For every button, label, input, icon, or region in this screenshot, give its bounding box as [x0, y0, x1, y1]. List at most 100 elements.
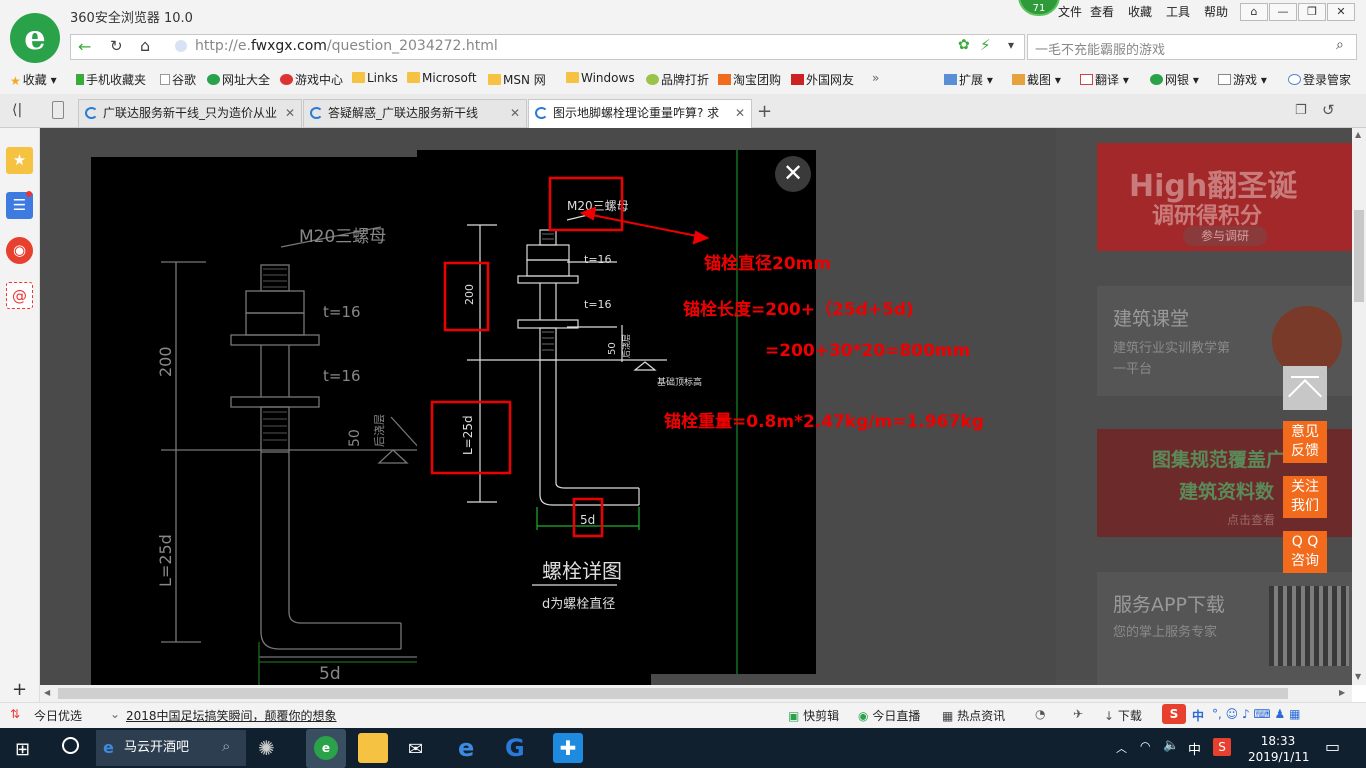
app-title: 服务APP下载: [1113, 594, 1225, 616]
cortana-icon[interactable]: [62, 737, 79, 754]
chevron-down-icon[interactable]: ▾: [1008, 38, 1014, 52]
more-bookmarks-icon[interactable]: »: [872, 71, 879, 85]
extensions-button[interactable]: 扩展 ▾: [944, 71, 993, 88]
search-input[interactable]: 一毛不充能霸服的游戏: [1035, 39, 1165, 58]
tab-close-icon[interactable]: ✕: [285, 100, 295, 126]
back-to-top-button[interactable]: [1283, 366, 1327, 413]
login-manager-button[interactable]: 登录管家: [1288, 71, 1351, 88]
new-tab-button[interactable]: +: [757, 101, 772, 122]
site-info-icon[interactable]: [175, 40, 187, 52]
tab-current[interactable]: 图示地脚螺栓理论重量咋算? 求 ✕: [528, 99, 752, 128]
bg-dim-note: 后浇层: [373, 414, 386, 447]
back-icon[interactable]: ←: [78, 37, 91, 56]
scroll-up-icon[interactable]: ▲: [1355, 130, 1361, 139]
bookmark-links[interactable]: Links: [352, 71, 398, 85]
live-button[interactable]: ◉ 今日直播: [858, 707, 920, 724]
bookmark-hao[interactable]: 网址大全: [207, 71, 270, 88]
quick-edit-button[interactable]: ▣ 快剪辑: [788, 707, 839, 724]
refresh-icon[interactable]: ↻: [110, 37, 123, 55]
ad-christmas-banner[interactable]: High翻圣诞 调研得积分 参与调研: [1097, 143, 1355, 251]
close-icon[interactable]: ✕: [775, 156, 811, 192]
online-bank-button[interactable]: 网银 ▾: [1150, 71, 1199, 88]
bookmark-google[interactable]: 谷歌: [160, 71, 196, 88]
mobile-icon[interactable]: [52, 101, 64, 119]
edge-browser-icon[interactable]: e: [458, 734, 474, 762]
tab-restore-icon[interactable]: ❐: [1295, 103, 1307, 118]
scroll-right-icon[interactable]: ▶: [1339, 688, 1345, 697]
today-picks[interactable]: 今日优选: [34, 707, 82, 724]
news-link[interactable]: 2018中国足坛搞笑瞬间，颠覆你的想象: [126, 707, 337, 724]
scroll-down-icon[interactable]: ▼: [1355, 672, 1361, 681]
screenshot-button[interactable]: 截图 ▾: [1012, 71, 1061, 88]
bookmark-favorites[interactable]: ★ 收藏 ▾: [10, 71, 57, 88]
network-icon[interactable]: ◠: [1140, 739, 1150, 753]
menu-file[interactable]: 文件: [1058, 3, 1082, 20]
horizontal-scroll-thumb[interactable]: [58, 688, 1288, 699]
speed-mode-icon[interactable]: ⚡: [980, 36, 991, 54]
tab-guanglianda[interactable]: 广联达服务新干线_只为造价从业 ✕: [78, 99, 302, 127]
ad1-button[interactable]: 参与调研: [1183, 226, 1267, 246]
mail-app-icon[interactable]: ✉: [408, 739, 423, 760]
swirl-app-icon[interactable]: ✺: [258, 736, 275, 760]
taskbar-360-browser[interactable]: e: [306, 729, 346, 768]
tray-sogou-icon[interactable]: S: [1213, 738, 1231, 756]
file-explorer-icon[interactable]: [358, 733, 388, 763]
tab-qa[interactable]: 答疑解惑_广联达服务新干线 ✕: [303, 99, 527, 127]
menu-favorites[interactable]: 收藏: [1128, 3, 1152, 20]
bookmark-microsoft[interactable]: Microsoft: [407, 71, 477, 85]
vertical-scroll-thumb[interactable]: [1354, 210, 1364, 302]
ad2-button[interactable]: 点击查看: [1227, 511, 1275, 528]
bookmark-taobao[interactable]: 淘宝团购: [718, 71, 781, 88]
skin-icon[interactable]: ⌂: [1240, 3, 1268, 21]
games-button[interactable]: 游戏 ▾: [1218, 71, 1267, 88]
feedback-button[interactable]: 意见反馈: [1283, 421, 1327, 463]
plus-app-icon[interactable]: ✚: [553, 733, 583, 763]
taskbar-ime[interactable]: 中: [1188, 739, 1201, 758]
bookmark-mobile[interactable]: 手机收藏夹: [76, 71, 146, 88]
app-download-card[interactable]: 服务APP下载 您的掌上服务专家: [1097, 572, 1355, 685]
add-sidebar-icon[interactable]: +: [12, 679, 27, 700]
minimize-button[interactable]: —: [1269, 3, 1297, 21]
bookmark-msn[interactable]: MSN 网: [488, 71, 546, 88]
ime-mode[interactable]: 中: [1192, 707, 1204, 724]
pin-icon[interactable]: ✈: [1073, 707, 1083, 721]
mail-icon[interactable]: @: [6, 282, 33, 309]
menu-tools[interactable]: 工具: [1166, 3, 1190, 20]
bookmark-foreign[interactable]: 外国网友: [791, 71, 854, 88]
translate-button[interactable]: 翻译 ▾: [1080, 71, 1129, 88]
tray-chevron-icon[interactable]: ︿: [1116, 740, 1127, 756]
home-icon[interactable]: ⌂: [140, 36, 150, 55]
follow-us-button[interactable]: 关注我们: [1283, 476, 1327, 518]
glodon-app-icon[interactable]: G: [505, 734, 525, 762]
windows-start-icon[interactable]: ⊞: [15, 739, 30, 760]
search-icon[interactable]: ⌕: [1336, 37, 1344, 53]
security-shield-icon[interactable]: ✿: [958, 37, 970, 53]
menu-view[interactable]: 查看: [1090, 3, 1114, 20]
download-button[interactable]: ↓ 下载: [1104, 707, 1142, 724]
undo-close-icon[interactable]: ↺: [1322, 101, 1335, 119]
ime-toolbar-icons[interactable]: °, ☺ ♪ ⌨ ♟ ▦: [1212, 707, 1300, 721]
favorites-star-icon[interactable]: ★: [6, 147, 33, 174]
menu-help[interactable]: 帮助: [1204, 3, 1228, 20]
search-icon[interactable]: ⌕: [222, 737, 230, 755]
url-text[interactable]: http://e.fwxgx.com/question_2034272.html: [195, 38, 498, 54]
bookmark-games[interactable]: 游戏中心: [280, 71, 343, 88]
qq-consult-button[interactable]: Q Q咨询: [1283, 531, 1327, 573]
action-center-icon[interactable]: ▭: [1325, 737, 1340, 756]
sogou-ime-icon[interactable]: S: [1162, 704, 1186, 724]
browser-logo[interactable]: e: [10, 13, 60, 63]
bookmark-brand-sale[interactable]: 品牌打折: [646, 71, 709, 88]
weibo-icon[interactable]: ◉: [6, 237, 33, 264]
system-clock[interactable]: 18:33 2019/1/11: [1248, 733, 1310, 765]
maximize-button[interactable]: ❐: [1298, 3, 1326, 21]
volume-icon[interactable]: 🔈: [1163, 738, 1179, 753]
hot-news-button[interactable]: ▦ 热点资讯: [942, 707, 1005, 724]
scroll-left-icon[interactable]: ◀: [44, 688, 50, 697]
speed-icon[interactable]: ◔: [1035, 707, 1045, 721]
close-window-button[interactable]: ✕: [1327, 3, 1355, 21]
tab-close-icon[interactable]: ✕: [735, 100, 745, 126]
bookmark-windows[interactable]: Windows: [566, 71, 635, 85]
tab-close-icon[interactable]: ✕: [510, 100, 520, 126]
unread-dot: [26, 191, 32, 197]
sidebar-toggle-icon[interactable]: ⟨|: [12, 102, 22, 118]
